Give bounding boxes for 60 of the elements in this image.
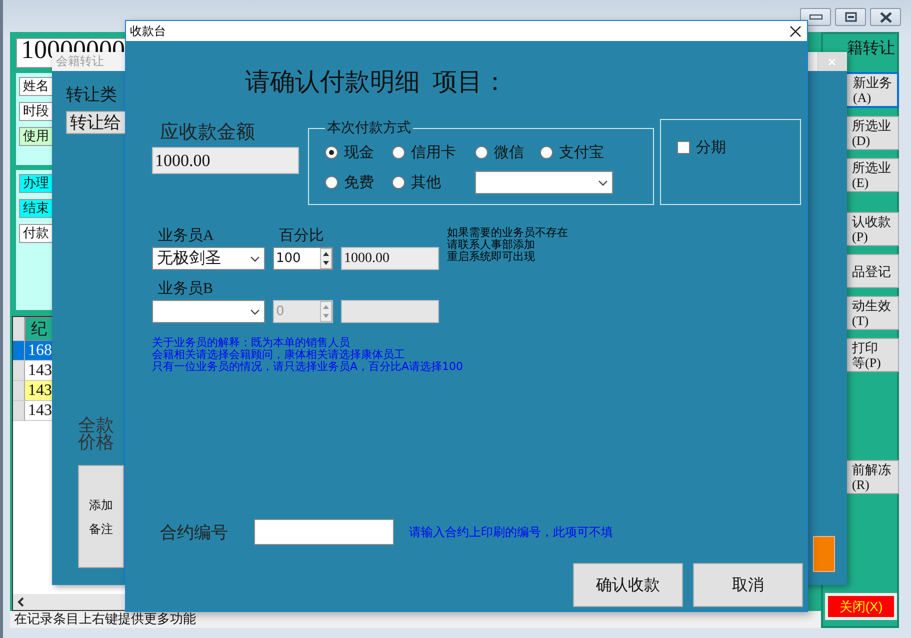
chevron-down-icon: [250, 256, 260, 262]
amount-label: 应收款金额: [160, 121, 255, 141]
price-label: 全款 价格: [78, 417, 114, 451]
agent-label: 业务员B: [157, 280, 214, 299]
agent-dropdown[interactable]: 无极剑圣: [152, 247, 265, 270]
minimize-button[interactable]: [800, 8, 831, 26]
chevron-down-icon: [598, 180, 608, 186]
spin-arrows-icon[interactable]: [320, 248, 332, 269]
note-line: 只有一位业务员的情况，请只选择业务员A，百分比A请选择100: [152, 361, 464, 373]
dialog-button[interactable]: 确认收款: [573, 563, 683, 607]
dialog-button[interactable]: 取消: [693, 563, 803, 607]
percent-value: 100: [276, 251, 301, 266]
panel-title: 籍转让: [847, 38, 895, 59]
radio-label[interactable]: 免费: [344, 173, 374, 192]
hint-line: 重启系统即可出现: [447, 251, 535, 263]
contract-label: 合约编号: [160, 522, 228, 543]
chevron-down-icon: [250, 308, 260, 314]
scroll-left-icon[interactable]: [17, 597, 25, 607]
hint-line: 如果需要的业务员不存在: [447, 227, 568, 239]
row-header[interactable]: [13, 341, 25, 361]
radio-label[interactable]: 现金: [344, 143, 374, 162]
radio-button[interactable]: [392, 176, 405, 189]
radio-label[interactable]: 支付宝: [559, 143, 604, 162]
close-icon: [828, 58, 836, 66]
close-button[interactable]: 关闭(X): [825, 593, 897, 620]
note-line: 会籍相关请选择会籍顾问，康体相关请选择康体员工: [152, 349, 405, 361]
checkbox[interactable]: [677, 141, 690, 154]
hint-line: 请联系人事部添加: [447, 239, 535, 251]
radio-button[interactable]: [540, 146, 553, 159]
group-title: 本次付款方式: [326, 119, 412, 137]
radio-label[interactable]: 信用卡: [411, 143, 456, 162]
percent-label: 百分比: [278, 226, 325, 246]
agent-name: 无极剑圣: [157, 249, 221, 269]
agent-label: 业务员A: [157, 226, 215, 246]
minimize-icon: [808, 14, 822, 20]
status-bar: 在记录条目上右键提供更多功能: [10, 611, 821, 628]
close-icon: [878, 12, 892, 22]
percent-value: 0: [276, 304, 284, 319]
restore-button[interactable]: [835, 8, 866, 26]
dialog-heading: 请确认付款明细 项目：: [245, 68, 508, 95]
other-dropdown[interactable]: [475, 171, 613, 194]
checkbox-label[interactable]: 分期: [696, 138, 726, 157]
note-line: 关于业务员的解释：既为本单的销售人员: [152, 337, 350, 349]
close-icon[interactable]: [790, 26, 801, 36]
agent-amount-field: 1000.00: [341, 247, 439, 270]
amount-field: 1000.00: [152, 147, 299, 174]
percent-spinner[interactable]: 100: [273, 247, 333, 270]
close-button[interactable]: [870, 8, 901, 26]
add-note-button[interactable]: 添加 备注: [78, 465, 124, 568]
radio-button[interactable]: [325, 146, 338, 159]
restore-icon: [844, 12, 856, 22]
dialog-title: 收款台: [130, 22, 166, 40]
radio-label[interactable]: 其他: [411, 173, 441, 192]
agent-dropdown[interactable]: [152, 300, 265, 323]
contract-hint: 请输入合约上印刷的编号，此项可不填: [409, 524, 613, 540]
radio-button[interactable]: [392, 146, 405, 159]
radio-label[interactable]: 微信: [494, 143, 524, 162]
contract-input[interactable]: [254, 519, 394, 545]
radio-button[interactable]: [475, 146, 488, 159]
radio-button[interactable]: [325, 176, 338, 189]
